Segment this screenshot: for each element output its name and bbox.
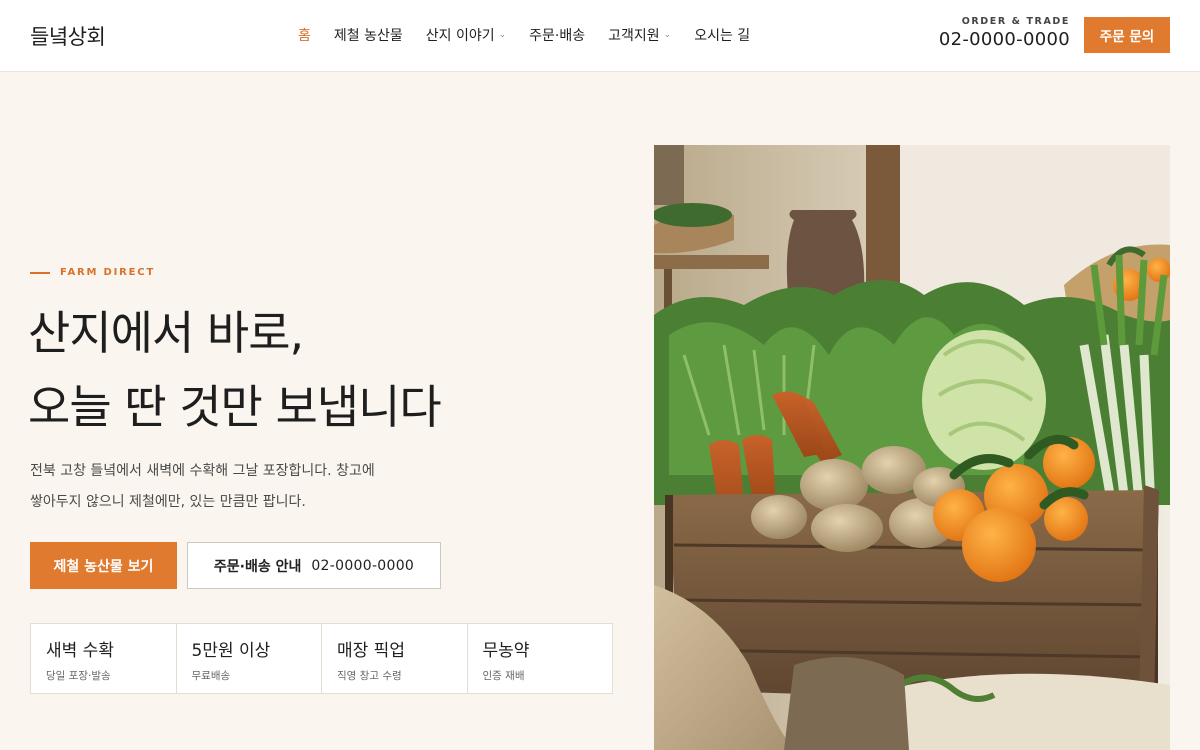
feature-subtitle: 인증 재배 <box>482 670 525 682</box>
produce-crate-illustration <box>654 145 1170 750</box>
nav-item-label: 제철 농산물 <box>333 28 403 44</box>
site-header: 들녘상회 홈 제철 농산물 산지 이야기 ⌄ 주문·배송 고객지원 ⌄ 오시는 … <box>0 0 1200 72</box>
main-nav: 홈 제철 농산물 산지 이야기 ⌄ 주문·배송 고객지원 ⌄ 오시는 길 <box>298 25 750 45</box>
nav-item-label: 고객지원 <box>608 28 660 44</box>
feature-title: 매장 픽업 <box>337 641 405 661</box>
eyebrow-text: FARM DIRECT <box>60 267 156 278</box>
feature-subtitle: 당일 포장·발송 <box>46 670 111 682</box>
nav-item-order-shipping[interactable]: 주문·배송 <box>529 25 585 45</box>
feature-subtitle: 직영 창고 수령 <box>337 670 402 682</box>
headline-line-2: 오늘 딴 것만 보냅니다 <box>28 380 442 434</box>
feature-item: 매장 픽업 직영 창고 수령 <box>322 624 468 693</box>
nav-item-origin-stories[interactable]: 산지 이야기 ⌄ <box>426 25 506 45</box>
nav-item-customer-support[interactable]: 고객지원 ⌄ <box>608 25 671 45</box>
nav-item-label: 주문·배송 <box>529 28 586 44</box>
contact-phone[interactable]: 02-0000-0000 <box>939 29 1070 50</box>
button-phone: 02-0000-0000 <box>311 557 415 574</box>
nav-item-label: 오시는 길 <box>694 28 751 44</box>
hero-eyebrow: FARM DIRECT <box>30 267 155 278</box>
feature-strip: 새벽 수확 당일 포장·발송 5만원 이상 무료배송 매장 픽업 직영 창고 수… <box>30 623 613 694</box>
nav-item-home[interactable]: 홈 <box>298 25 311 45</box>
brand-logo[interactable]: 들녘상회 <box>30 21 106 51</box>
header-contact: ORDER & TRADE 02-0000-0000 <box>939 16 1070 50</box>
nav-item-label: 홈 <box>298 28 311 44</box>
description-line-2: 쌓아두지 않으니 제철에만, 있는 만큼만 팝니다. <box>30 494 306 510</box>
contact-label: ORDER & TRADE <box>961 16 1070 27</box>
feature-title: 무농약 <box>482 641 530 661</box>
nav-item-seasonal-produce[interactable]: 제철 농산물 <box>334 25 403 45</box>
hero-description: 전북 고창 들녘에서 새벽에 수확해 그날 포장합니다. 창고에 쌓아두지 않으… <box>30 456 450 518</box>
feature-item: 무농약 인증 재배 <box>468 624 613 693</box>
order-inquiry-button[interactable]: 주문 문의 <box>1084 17 1170 53</box>
order-shipping-info-button[interactable]: 주문·배송 안내 02-0000-0000 <box>187 542 441 589</box>
feature-title: 새벽 수확 <box>46 641 114 661</box>
feature-item: 새벽 수확 당일 포장·발송 <box>31 624 177 693</box>
chevron-down-icon: ⌄ <box>498 30 507 40</box>
nav-item-directions[interactable]: 오시는 길 <box>694 25 750 45</box>
eyebrow-divider <box>30 271 50 274</box>
view-seasonal-produce-button[interactable]: 제철 농산물 보기 <box>30 542 177 589</box>
feature-subtitle: 무료배송 <box>191 670 231 682</box>
nav-item-label: 산지 이야기 <box>425 28 495 44</box>
feature-item: 5만원 이상 무료배송 <box>177 624 322 693</box>
button-label: 주문·배송 안내 <box>213 558 302 575</box>
hero-produce-photo <box>654 145 1170 750</box>
description-line-1: 전북 고창 들녘에서 새벽에 수확해 그날 포장합니다. 창고에 <box>30 463 375 479</box>
feature-title: 5만원 이상 <box>191 641 271 661</box>
chevron-down-icon: ⌄ <box>663 30 672 40</box>
headline-line-1: 산지에서 바로, <box>28 306 304 360</box>
hero-headline: 산지에서 바로, 오늘 딴 것만 보냅니다 <box>28 296 442 444</box>
